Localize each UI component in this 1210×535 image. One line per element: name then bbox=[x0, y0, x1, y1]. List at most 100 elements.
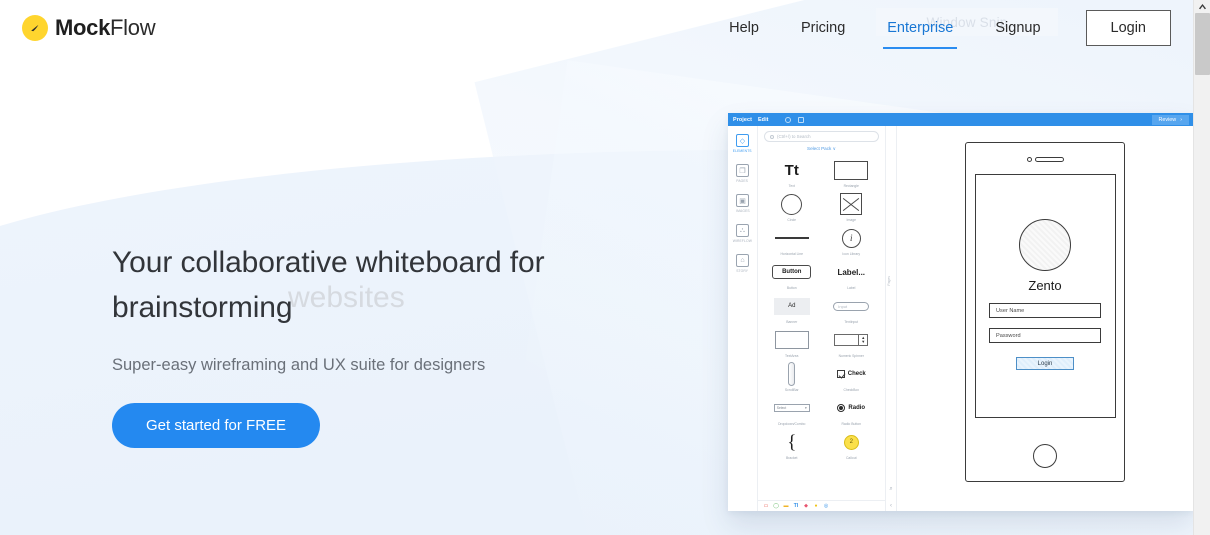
chevron-down-icon: ▾ bbox=[805, 406, 807, 410]
elements-icon: ◇ bbox=[735, 134, 749, 147]
app-topbar-icons bbox=[785, 113, 804, 126]
element-label[interactable]: Label... Label bbox=[824, 259, 880, 291]
element-label: Circle bbox=[787, 218, 797, 222]
app-screenshot-card: Project Edit Review › ◇ ELEMENTS ❐ PAGES… bbox=[728, 113, 1193, 511]
chevron-left-icon[interactable]: ‹ bbox=[890, 503, 892, 509]
speaker-grill-icon bbox=[1034, 157, 1064, 162]
element-label: Numeric Spinner bbox=[838, 354, 864, 358]
username-field-label: User Name bbox=[996, 307, 1025, 314]
image-icon bbox=[824, 191, 880, 217]
app-body: ◇ ELEMENTS ❐ PAGES ▣ IMAGES ⛬ WIREFLOW ⌂ bbox=[728, 126, 1193, 511]
element-textinput[interactable]: Input TextInput bbox=[824, 293, 880, 324]
sidebar-item-pages[interactable]: ❐ PAGES bbox=[736, 164, 749, 183]
scroll-up-arrow-icon[interactable] bbox=[1194, 0, 1210, 13]
text-icon: Tt bbox=[784, 161, 799, 179]
elements-search-input[interactable]: (Ctrl+/) to Search bbox=[764, 131, 879, 142]
element-label: Rectangle bbox=[843, 184, 859, 188]
app-menu-project[interactable]: Project bbox=[733, 117, 752, 123]
get-started-button[interactable]: Get started for FREE bbox=[112, 403, 321, 448]
element-label: TextInput bbox=[844, 320, 859, 324]
element-dropdown[interactable]: Select ▾ Dropdown/Combo bbox=[764, 395, 820, 426]
app-menu-edit[interactable]: Edit bbox=[758, 117, 769, 123]
login-button[interactable]: Login bbox=[1085, 10, 1171, 46]
brand-logo[interactable]: MockFlow bbox=[22, 15, 156, 41]
rect-tool-icon[interactable]: ▭ bbox=[763, 503, 769, 509]
wireframe-app-name: Zento bbox=[1028, 278, 1062, 293]
brand-name-light: Flow bbox=[110, 15, 156, 40]
sidebar-item-wireflow[interactable]: ⛬ WIREFLOW bbox=[733, 224, 752, 243]
rectangle-icon bbox=[824, 157, 880, 183]
app-sidebar-rail: ◇ ELEMENTS ❐ PAGES ▣ IMAGES ⛬ WIREFLOW ⌂ bbox=[728, 126, 758, 511]
element-horizontal-line[interactable]: Horizontal Line bbox=[764, 225, 820, 256]
line-tool-icon[interactable]: ▬ bbox=[783, 503, 789, 509]
element-label: Image bbox=[846, 218, 856, 222]
sidebar-label-elements: ELEMENTS bbox=[733, 148, 752, 154]
element-textarea[interactable]: TextArea bbox=[764, 327, 820, 358]
nav-item-signup[interactable]: Signup bbox=[974, 14, 1061, 42]
note-tool-icon[interactable]: ● bbox=[813, 503, 819, 509]
app-review-button[interactable]: Review › bbox=[1151, 115, 1189, 125]
bracket-icon: { bbox=[764, 429, 820, 455]
element-image[interactable]: Image bbox=[824, 191, 880, 222]
sidebar-item-images[interactable]: ▣ IMAGES bbox=[736, 194, 749, 213]
radio-glyph: Radio bbox=[848, 405, 866, 411]
nav-item-pricing[interactable]: Pricing bbox=[780, 14, 866, 42]
element-label: Bracket bbox=[786, 456, 798, 460]
password-field[interactable]: Password bbox=[989, 328, 1101, 343]
dropdown-icon: Select ▾ bbox=[764, 395, 820, 421]
app-canvas[interactable]: Zento User Name Password Login bbox=[897, 126, 1193, 511]
element-button[interactable]: Button Button bbox=[764, 259, 820, 290]
camera-icon bbox=[1026, 157, 1032, 162]
phone-speaker bbox=[1026, 157, 1064, 162]
wireflow-icon: ⛬ bbox=[735, 224, 749, 237]
element-label: CheckBox bbox=[843, 388, 859, 392]
history-circle-icon[interactable] bbox=[785, 116, 791, 123]
element-label: Callout bbox=[845, 456, 857, 460]
chevron-down-icon: ∨ bbox=[832, 146, 836, 151]
wireframe-login-button[interactable]: Login bbox=[1016, 357, 1074, 370]
nav-item-enterprise[interactable]: Enterprise bbox=[866, 14, 974, 49]
scrollbar-icon bbox=[764, 361, 820, 387]
element-numeric-spinner[interactable]: ▲ ▼ Numeric Spinner bbox=[824, 327, 880, 358]
element-banner[interactable]: Ad Banner bbox=[764, 293, 820, 324]
checkbox-glyph: Check bbox=[847, 371, 866, 377]
element-label: ScrollBar bbox=[784, 388, 799, 392]
search-icon bbox=[770, 134, 774, 139]
circle-icon bbox=[764, 191, 820, 217]
vertical-scrollbar[interactable] bbox=[1193, 0, 1210, 535]
nav-item-help[interactable]: Help bbox=[708, 14, 780, 42]
app-topbar: Project Edit Review › bbox=[728, 113, 1193, 126]
text-tool-icon[interactable]: TI bbox=[793, 503, 799, 509]
elements-search-placeholder: (Ctrl+/) to Search bbox=[777, 134, 811, 139]
download-icon[interactable] bbox=[798, 116, 804, 123]
element-callout[interactable]: 2 Callout bbox=[824, 429, 880, 460]
element-icon-library[interactable]: i Icon Library bbox=[824, 225, 880, 256]
element-label: Text bbox=[788, 184, 795, 188]
element-label: Horizontal Line bbox=[780, 252, 804, 256]
element-radio-button[interactable]: Radio Radio Button bbox=[824, 395, 880, 426]
sidebar-label-story: STORY bbox=[736, 268, 749, 274]
site-header: MockFlow Help Pricing Enterprise Signup … bbox=[0, 0, 1193, 56]
label-glyph: Label... bbox=[837, 267, 866, 277]
zoom-icon[interactable]: ⌕ bbox=[889, 486, 892, 493]
sidebar-item-story[interactable]: ⌂ STORY bbox=[736, 254, 749, 273]
select-pack-dropdown[interactable]: Select Pack ∨ bbox=[764, 146, 879, 152]
element-circle[interactable]: Circle bbox=[764, 191, 820, 222]
layers-tool-icon[interactable]: ◎ bbox=[823, 503, 829, 509]
element-text[interactable]: Tt Text bbox=[764, 157, 820, 189]
banner-glyph: Ad bbox=[773, 297, 810, 315]
element-scrollbar[interactable]: ScrollBar bbox=[764, 361, 820, 392]
elements-panel: (Ctrl+/) to Search Select Pack ∨ Tt Text… bbox=[758, 126, 886, 511]
sidebar-item-elements[interactable]: ◇ ELEMENTS bbox=[733, 134, 752, 154]
element-label: Dropdown/Combo bbox=[778, 422, 806, 426]
scrollbar-thumb[interactable] bbox=[1195, 13, 1210, 75]
element-checkbox[interactable]: Check CheckBox bbox=[824, 361, 880, 392]
label-icon: Label... bbox=[824, 259, 880, 285]
hero-headline: Your collaborative whiteboard for brains… bbox=[112, 246, 545, 324]
circle-tool-icon[interactable]: ◯ bbox=[773, 503, 779, 509]
element-bracket[interactable]: { Bracket bbox=[764, 429, 820, 461]
element-rectangle[interactable]: Rectangle bbox=[824, 157, 880, 188]
username-field[interactable]: User Name bbox=[989, 303, 1101, 318]
textinput-glyph: Input bbox=[833, 301, 870, 311]
diamond-tool-icon[interactable]: ◆ bbox=[803, 503, 809, 509]
